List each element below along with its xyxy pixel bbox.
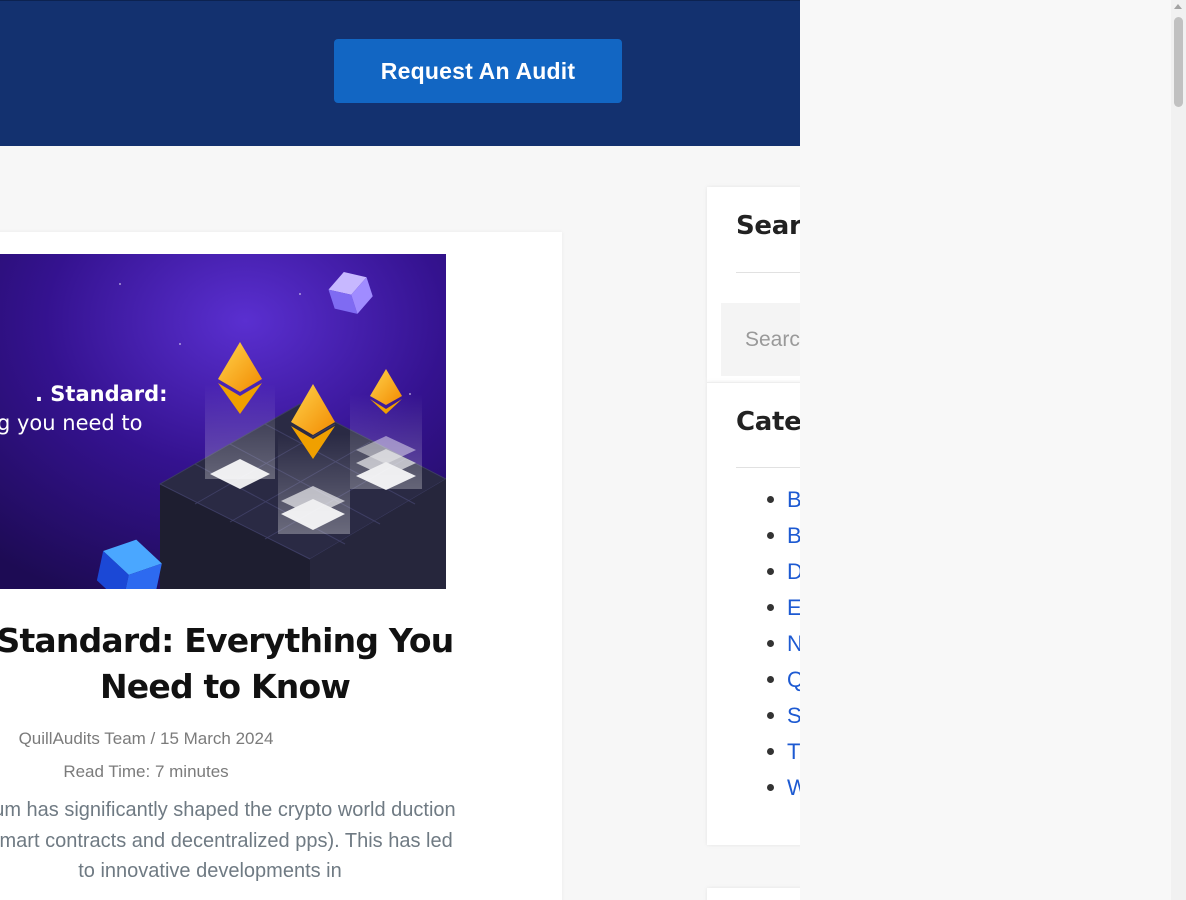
- vertical-scrollbar[interactable]: [1171, 0, 1186, 900]
- category-link[interactable]: T: [767, 734, 800, 770]
- sidebar-search-input[interactable]: [721, 303, 800, 376]
- post-meta: QuillAudits Team / 15 March 2024: [0, 729, 332, 749]
- meta-separator: /: [145, 729, 160, 748]
- post-date[interactable]: 15 March 2024: [160, 729, 273, 748]
- post-featured-image[interactable]: . Standard: g you need to: [0, 254, 446, 589]
- page-viewport: Request An Audit . Standard: g you need …: [0, 0, 800, 900]
- scroll-up-arrow-icon[interactable]: [1174, 4, 1182, 9]
- request-audit-button[interactable]: Request An Audit: [334, 39, 622, 103]
- post-author[interactable]: QuillAudits Team: [19, 729, 146, 748]
- category-link[interactable]: W: [767, 770, 800, 806]
- search-widget: Searc: [707, 187, 800, 382]
- next-widget: [707, 888, 800, 900]
- scrollbar-thumb[interactable]: [1174, 17, 1183, 107]
- image-subheading-text: g you need to: [0, 411, 143, 435]
- blank-panel: [800, 0, 1171, 900]
- search-widget-divider: [736, 272, 800, 273]
- categories-widget: Categ B B D E N Q S T W: [707, 382, 800, 845]
- search-widget-title: Searc: [736, 211, 800, 241]
- category-link[interactable]: E: [767, 590, 800, 626]
- category-link[interactable]: S: [767, 698, 800, 734]
- post-excerpt: ereum has significantly shaped the crypt…: [0, 799, 456, 882]
- categories-widget-divider: [736, 467, 800, 468]
- post-title[interactable]: Standard: Everything You Need to Know: [0, 618, 490, 710]
- category-link[interactable]: Q: [767, 662, 800, 698]
- image-heading-text: . Standard:: [35, 382, 168, 406]
- post-read-time: Read Time: 7 minutes: [63, 762, 229, 781]
- category-link[interactable]: B: [767, 518, 800, 554]
- category-link[interactable]: B: [767, 482, 800, 518]
- category-list: B B D E N Q S T W: [767, 482, 800, 806]
- category-link[interactable]: N: [767, 626, 800, 662]
- category-link[interactable]: D: [767, 554, 800, 590]
- hero-banner: Request An Audit: [0, 0, 800, 146]
- categories-widget-title: Categ: [736, 407, 800, 437]
